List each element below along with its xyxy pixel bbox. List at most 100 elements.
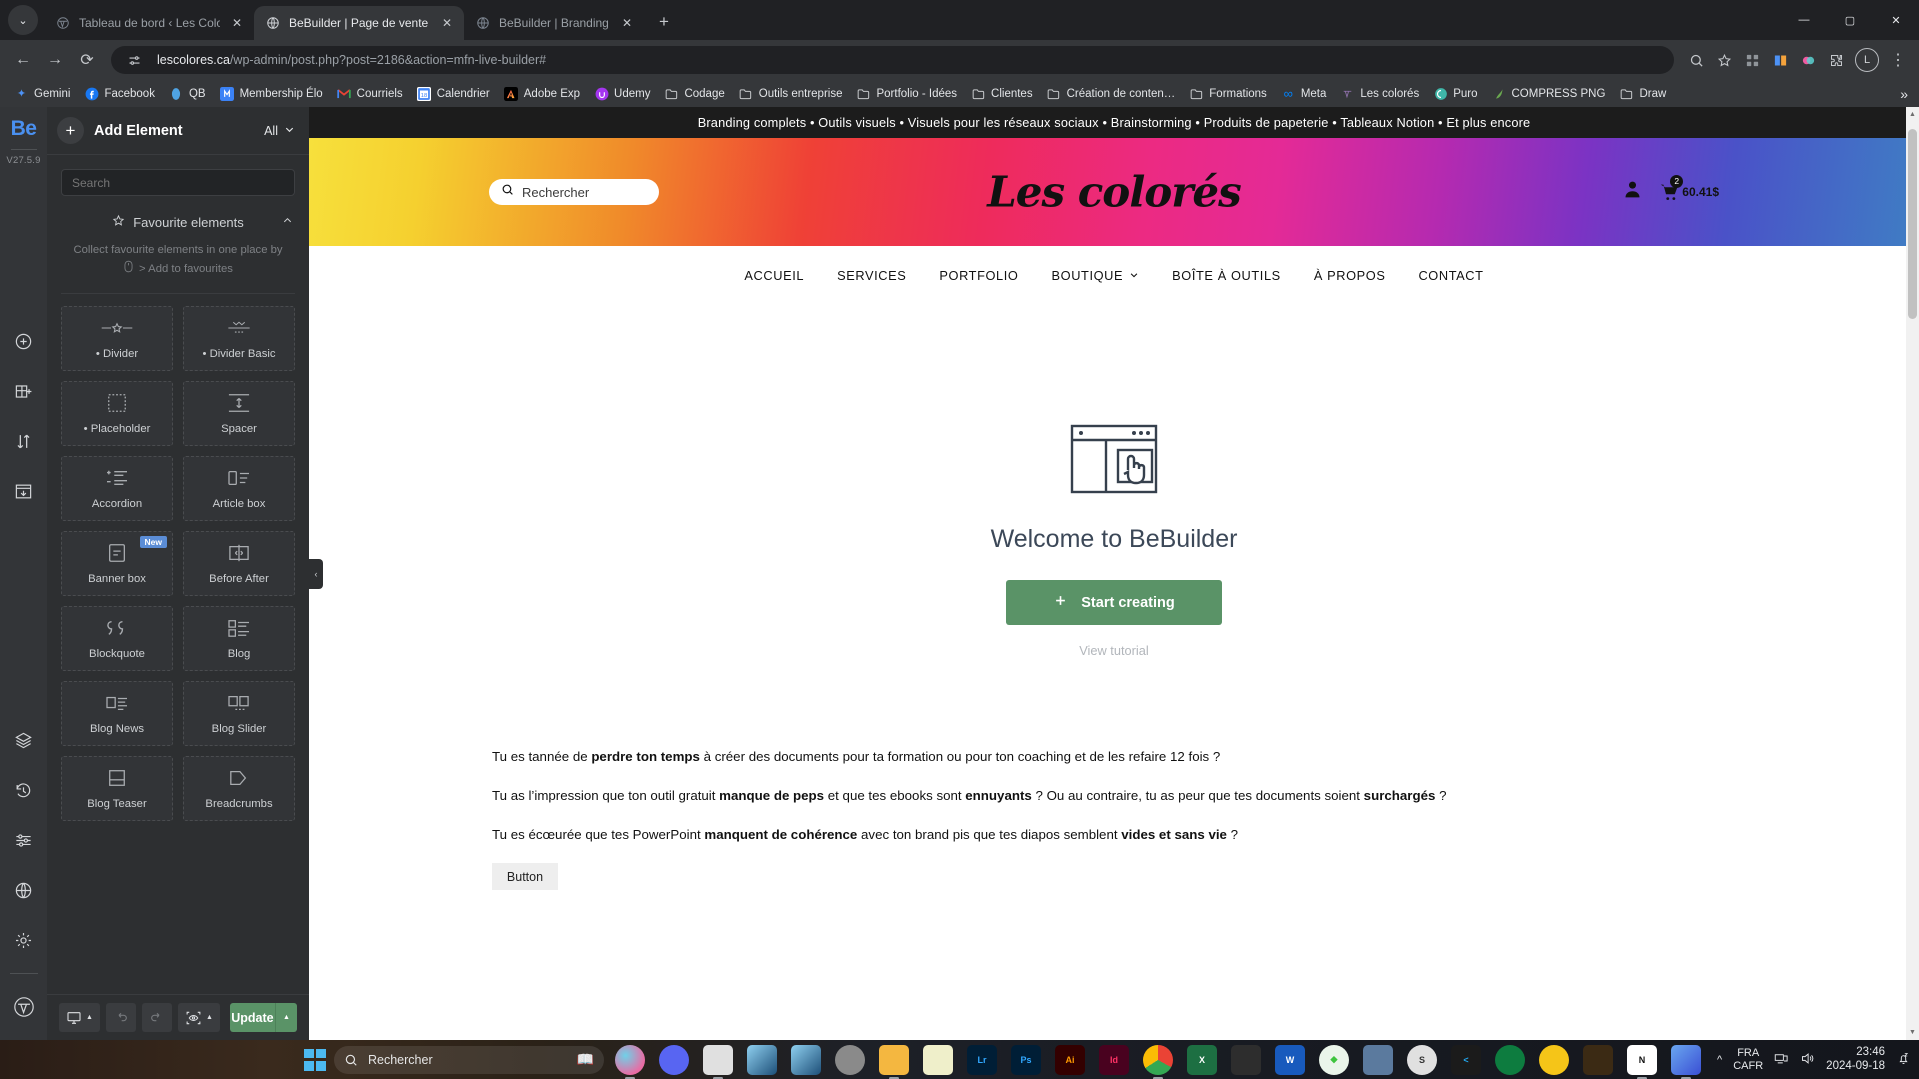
- bookmark-item[interactable]: Clientes: [965, 83, 1039, 104]
- photoshop-icon[interactable]: Ps: [1011, 1044, 1041, 1075]
- cities-skylines-icon[interactable]: [1363, 1044, 1393, 1075]
- jurassic-icon[interactable]: [1583, 1044, 1613, 1075]
- copilot-icon[interactable]: [615, 1044, 645, 1079]
- start-creating-button[interactable]: Start creating: [1006, 580, 1222, 625]
- browser-tab-1[interactable]: Tableau de bord ‹ Les Colorés – ✕: [44, 6, 254, 40]
- favourite-elements-header[interactable]: Favourite elements: [61, 214, 295, 230]
- nav-item-boutique[interactable]: BOUTIQUE: [1052, 268, 1140, 283]
- search-icon[interactable]: [1683, 47, 1709, 73]
- cart-link[interactable]: 2 60.41$: [1659, 174, 1719, 203]
- bell-sleep-icon[interactable]: [1896, 1051, 1911, 1069]
- network-icon[interactable]: [1774, 1051, 1789, 1069]
- element-tile-placeholder[interactable]: • Placeholder: [61, 381, 173, 446]
- browser-tab-3[interactable]: BeBuilder | Branding ✕: [464, 6, 644, 40]
- nav-item-accueil[interactable]: ACCUEIL: [744, 268, 804, 283]
- back-button[interactable]: ←: [8, 45, 38, 75]
- notion-icon[interactable]: N: [1627, 1044, 1657, 1079]
- bookmark-star-icon[interactable]: [1711, 47, 1737, 73]
- add-element-plus-icon[interactable]: +: [57, 117, 84, 144]
- bookmark-item[interactable]: Facebook: [78, 83, 161, 104]
- language-indicator[interactable]: FRA CAFR: [1733, 1047, 1763, 1072]
- import-template-icon[interactable]: [7, 474, 41, 508]
- element-tile-blog-news[interactable]: Blog News: [61, 681, 173, 746]
- site-search-box[interactable]: Rechercher: [489, 179, 659, 205]
- settings-sliders-icon[interactable]: [7, 823, 41, 857]
- sims-icon[interactable]: ◆: [1319, 1044, 1349, 1075]
- close-icon[interactable]: ✕: [438, 14, 456, 32]
- redo-button[interactable]: [141, 1003, 172, 1032]
- bookmark-item[interactable]: Draw: [1613, 83, 1672, 104]
- bookmark-item[interactable]: QB: [163, 83, 212, 104]
- scrollbar-thumb[interactable]: [1908, 129, 1917, 319]
- vscode-icon[interactable]: <: [1451, 1044, 1481, 1075]
- close-window-button[interactable]: ✕: [1873, 0, 1919, 40]
- thunderbird-icon[interactable]: [1539, 1044, 1569, 1075]
- indesign-icon[interactable]: Id: [1099, 1044, 1129, 1075]
- bookmark-item[interactable]: Puro: [1427, 83, 1483, 104]
- site-settings-icon[interactable]: [121, 47, 147, 73]
- nav-item-boite-a-outils[interactable]: BOÎTE À OUTILS: [1172, 268, 1281, 283]
- add-section-icon[interactable]: [7, 324, 41, 358]
- bookmark-item[interactable]: Udemy: [588, 83, 656, 104]
- tray-expand-chevron-icon[interactable]: ^: [1717, 1054, 1722, 1066]
- bookmark-item[interactable]: ✦ Gemini: [8, 83, 76, 104]
- minimize-button[interactable]: —: [1781, 0, 1827, 40]
- nav-item-services[interactable]: SERVICES: [837, 268, 906, 283]
- scroll-down-arrow-icon[interactable]: ▼: [1909, 1029, 1916, 1036]
- gear-icon[interactable]: [7, 923, 41, 957]
- puzzle-extensions-icon[interactable]: [1823, 47, 1849, 73]
- element-search-box[interactable]: [61, 169, 295, 196]
- settings-icon[interactable]: [835, 1044, 865, 1075]
- taskbar-clock[interactable]: 23:46 2024-09-18: [1826, 1046, 1885, 1072]
- site-button-element[interactable]: Button: [492, 863, 558, 890]
- explorer-icon[interactable]: [879, 1044, 909, 1079]
- profile-avatar[interactable]: L: [1855, 48, 1879, 72]
- volume-icon[interactable]: [1800, 1051, 1815, 1069]
- bookmark-item[interactable]: 18 Calendrier: [411, 83, 496, 104]
- layers-icon[interactable]: [7, 723, 41, 757]
- reload-button[interactable]: ⟳: [72, 45, 102, 75]
- history-icon[interactable]: [7, 773, 41, 807]
- bookmark-item[interactable]: COMPRESS PNG: [1486, 83, 1612, 104]
- element-tile-blockquote[interactable]: Blockquote: [61, 606, 173, 671]
- bookmark-item[interactable]: Formations: [1183, 83, 1273, 104]
- steam-icon[interactable]: S: [1407, 1044, 1437, 1075]
- update-button[interactable]: Update ▲: [229, 1003, 297, 1032]
- close-icon[interactable]: ✕: [228, 14, 246, 32]
- element-tile-divider-basic[interactable]: • Divider Basic: [183, 306, 295, 371]
- element-tile-accordion[interactable]: Accordion: [61, 456, 173, 521]
- view-tutorial-link[interactable]: View tutorial: [1079, 643, 1148, 658]
- globe-icon[interactable]: [7, 873, 41, 907]
- illustrator-icon[interactable]: Ai: [1055, 1044, 1085, 1075]
- account-icon[interactable]: [1622, 179, 1643, 205]
- preview-button[interactable]: ▲: [177, 1003, 220, 1032]
- element-tile-divider[interactable]: • Divider: [61, 306, 173, 371]
- excel-icon[interactable]: X: [1187, 1044, 1217, 1075]
- krita-icon[interactable]: [747, 1044, 777, 1075]
- bookmark-item[interactable]: Adobe Exp: [498, 83, 586, 104]
- element-tile-spacer[interactable]: Spacer: [183, 381, 295, 446]
- snipping-tool-icon[interactable]: [703, 1044, 733, 1079]
- element-tile-article-box[interactable]: Article box: [183, 456, 295, 521]
- word-icon[interactable]: W: [1275, 1044, 1305, 1075]
- reorder-icon[interactable]: [7, 424, 41, 458]
- element-tile-banner-box[interactable]: New Banner box: [61, 531, 173, 596]
- update-options-arrow[interactable]: ▲: [275, 1003, 297, 1032]
- affinity-icon[interactable]: [1231, 1044, 1261, 1075]
- chrome-icon[interactable]: [1143, 1044, 1173, 1079]
- canvas-scrollbar[interactable]: ▲ ▼: [1906, 107, 1919, 1040]
- taskbar-search-box[interactable]: Rechercher 📖: [334, 1045, 604, 1074]
- bookmark-item[interactable]: Création de conten…: [1041, 83, 1182, 104]
- responsive-view-button[interactable]: ▲: [59, 1003, 100, 1032]
- evernote-icon[interactable]: [1495, 1044, 1525, 1075]
- browser-tab-2[interactable]: BeBuilder | Page de vente – Ou ✕: [254, 6, 464, 40]
- undo-button[interactable]: [105, 1003, 136, 1032]
- chevron-up-icon[interactable]: [282, 215, 293, 229]
- panel-collapse-button[interactable]: ‹: [309, 558, 323, 589]
- forward-button[interactable]: →: [40, 45, 70, 75]
- bookmark-item[interactable]: Membership Élo: [214, 83, 329, 104]
- close-icon[interactable]: ✕: [618, 14, 636, 32]
- krita2-icon[interactable]: [791, 1044, 821, 1075]
- bookmark-item[interactable]: Les colorés: [1334, 83, 1425, 104]
- add-column-icon[interactable]: [7, 374, 41, 408]
